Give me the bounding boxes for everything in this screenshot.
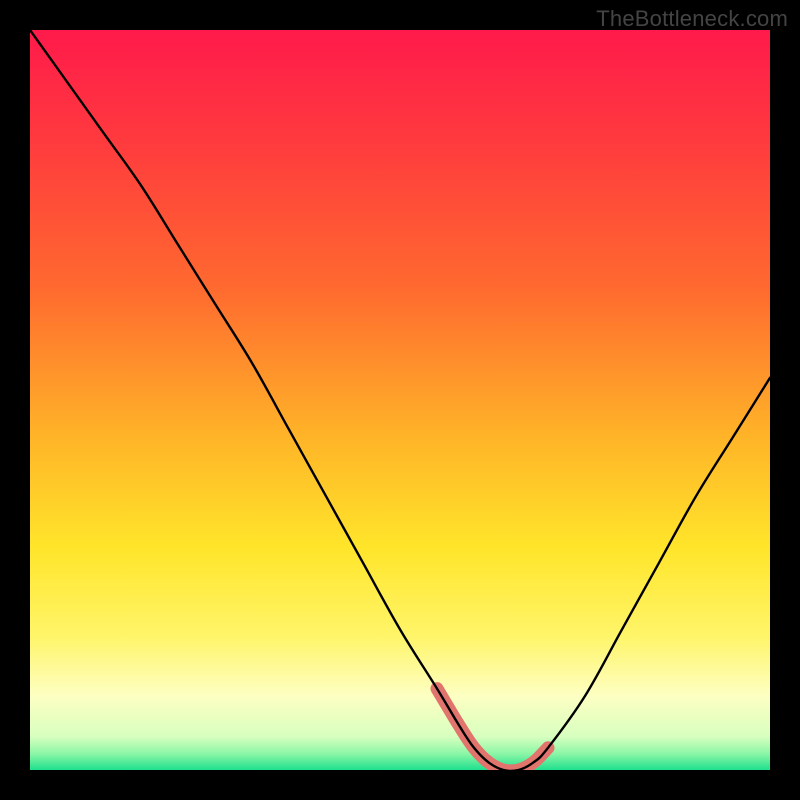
watermark-text: TheBottleneck.com [596,6,788,32]
bottleneck-chart [30,30,770,770]
plot-area [30,30,770,770]
gradient-background [30,30,770,770]
chart-frame: TheBottleneck.com [0,0,800,800]
